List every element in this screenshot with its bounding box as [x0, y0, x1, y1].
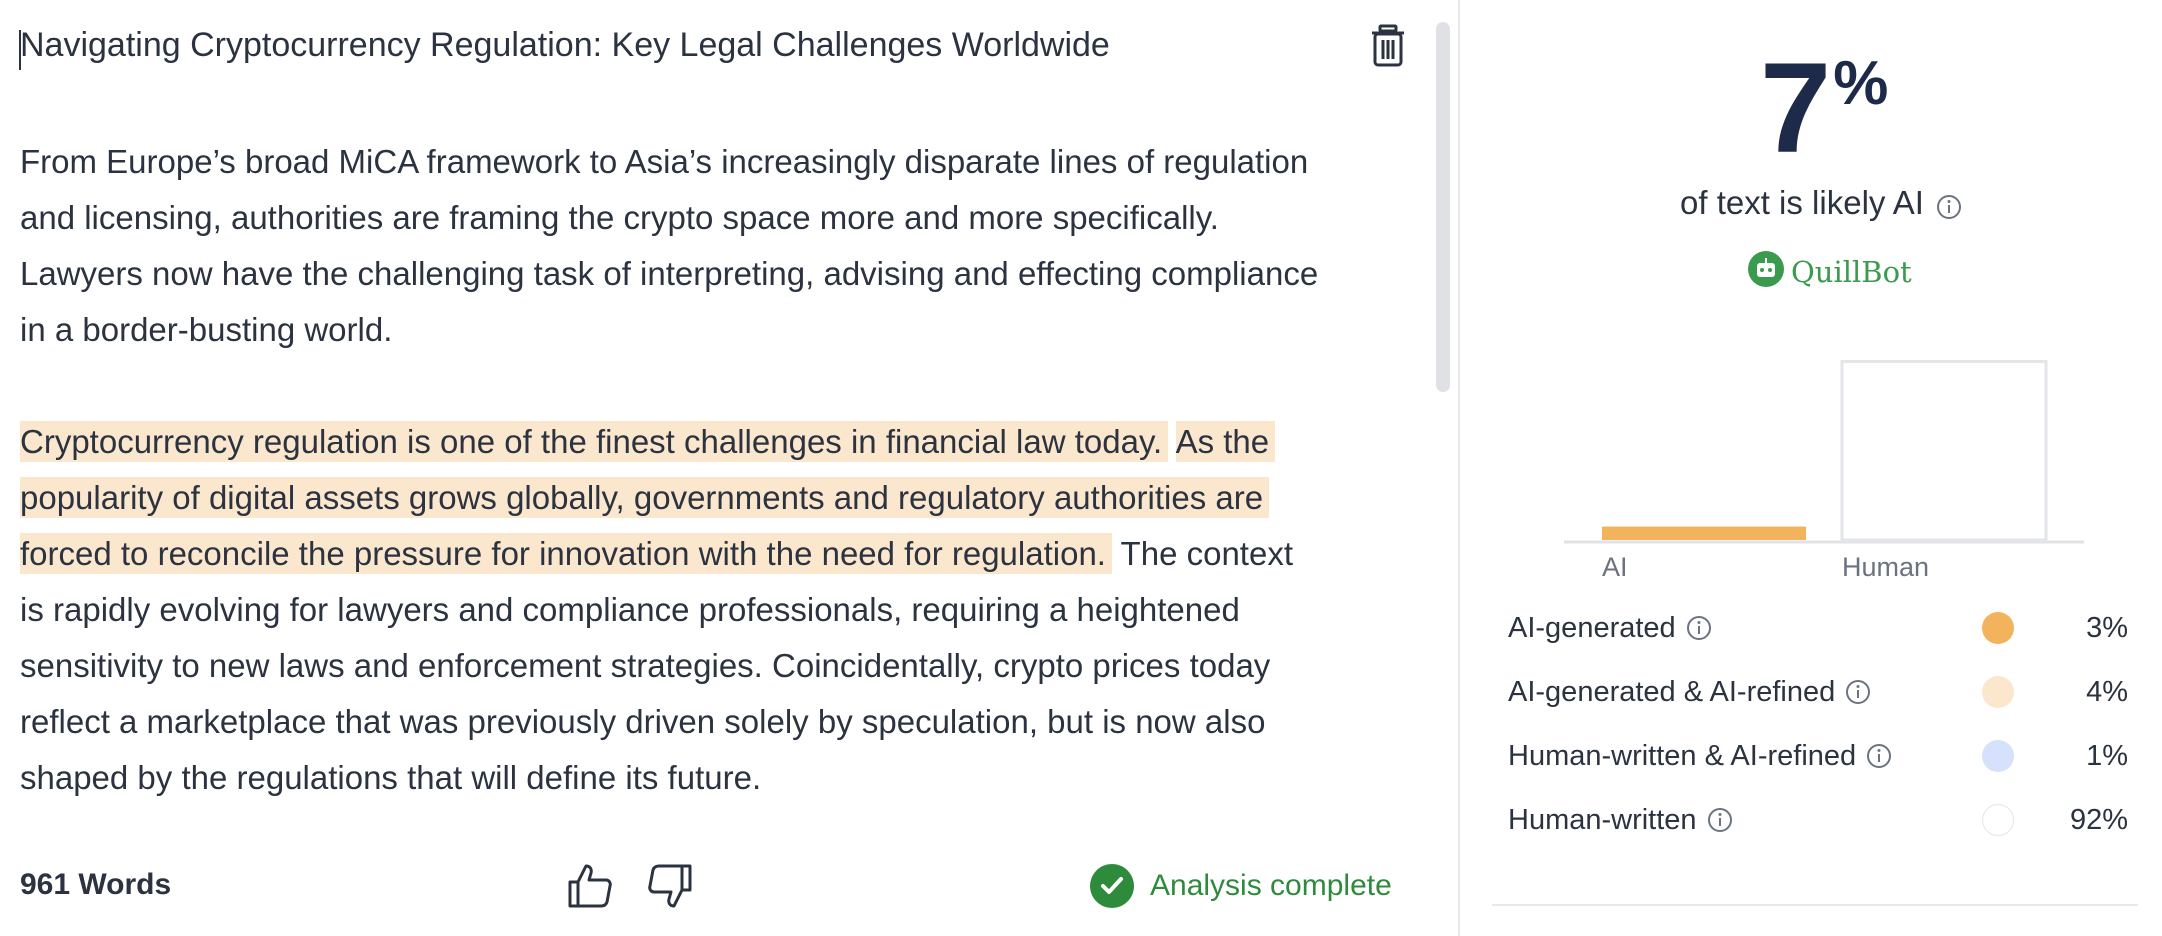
- text-line: is rapidly evolving for lawyers and comp…: [20, 591, 1240, 628]
- results-divider: [1492, 904, 2138, 906]
- text-line: Cryptocurrency regulation is one of the …: [20, 414, 1360, 470]
- legend-row-human-ai-refined: Human-written & AI-refined 1%: [1508, 736, 2128, 776]
- document-title[interactable]: Navigating Cryptocurrency Regulation: Ke…: [20, 26, 1110, 65]
- legend-value: 4%: [2086, 675, 2128, 708]
- text-line: forced to reconcile the pressure for inn…: [20, 526, 1360, 582]
- legend-dot: [1982, 676, 2014, 708]
- ai-percentage: 7 %: [1760, 44, 1888, 174]
- text-line: shaped by the regulations that will defi…: [20, 759, 762, 796]
- results-pane: 7 % of text is likely AI QuillBot AI Huma…: [1460, 0, 2162, 936]
- legend-label: Human-written & AI-refined: [1508, 739, 1857, 772]
- text-line: sensitivity to new laws and enforcement …: [20, 647, 1271, 684]
- info-icon[interactable]: [1686, 615, 1712, 641]
- info-icon[interactable]: [1866, 743, 1892, 769]
- legend-value: 3%: [2086, 611, 2128, 644]
- bar-ai: [1602, 526, 1806, 540]
- check-icon: [1090, 864, 1134, 908]
- bar-human: [1840, 359, 2048, 542]
- text-line: Lawyers now have the challenging task of…: [20, 255, 1319, 292]
- legend-label: AI-generated & AI-refined: [1508, 675, 1836, 708]
- legend-label: Human-written: [1508, 803, 1697, 836]
- paragraph-1[interactable]: From Europe’s broad MiCA framework to As…: [20, 134, 1360, 358]
- text-line: in a border-busting world.: [20, 311, 393, 348]
- quillbot-brand: QuillBot: [1747, 250, 1912, 293]
- status-text: Analysis complete: [1150, 869, 1392, 902]
- plain-text: The context: [1111, 535, 1293, 572]
- legend-value: 1%: [2086, 739, 2128, 772]
- info-icon[interactable]: [1936, 190, 1962, 219]
- legend-dot: [1982, 740, 2014, 772]
- thumbs-down-icon[interactable]: [646, 862, 694, 910]
- editor-scrollbar[interactable]: [1436, 22, 1450, 392]
- subtitle-text: of text is likely AI: [1680, 184, 1924, 221]
- paragraph-2[interactable]: Cryptocurrency regulation is one of the …: [20, 414, 1360, 806]
- legend-row-ai-refined: AI-generated & AI-refined 4%: [1508, 672, 2128, 712]
- thumbs-up-icon[interactable]: [566, 862, 614, 910]
- result-subtitle: of text is likely AI: [1680, 184, 1962, 222]
- ai-human-bar-chart: AI Human: [1564, 359, 2084, 582]
- legend-value: 92%: [2069, 803, 2128, 836]
- legend-dot: [1982, 612, 2014, 644]
- tick-label-ai: AI: [1602, 552, 1628, 582]
- ai-highlight[interactable]: Cryptocurrency regulation is one of the …: [20, 421, 1169, 462]
- word-count: 961 Words: [20, 868, 172, 901]
- brand-name: QuillBot: [1791, 254, 1912, 289]
- percentage-sign: %: [1833, 49, 1889, 118]
- legend-dot: [1982, 804, 2014, 836]
- percentage-value: 7: [1760, 37, 1832, 180]
- tick-label-human: Human: [1842, 552, 1929, 582]
- legend-label: AI-generated: [1508, 611, 1676, 644]
- editor-pane: Navigating Cryptocurrency Regulation: Ke…: [0, 0, 1460, 936]
- info-icon[interactable]: [1707, 807, 1733, 833]
- trash-icon[interactable]: [1368, 24, 1408, 68]
- ai-highlight[interactable]: forced to reconcile the pressure for inn…: [20, 533, 1112, 574]
- text-line: and licensing, authorities are framing t…: [20, 199, 1219, 236]
- text-line: popularity of digital assets grows globa…: [20, 470, 1360, 526]
- analysis-status: Analysis complete: [1090, 864, 1392, 908]
- ai-highlight[interactable]: popularity of digital assets grows globa…: [20, 477, 1270, 518]
- text-line: reflect a marketplace that was previousl…: [20, 703, 1266, 740]
- quillbot-logo-icon: [1747, 250, 1785, 293]
- legend-row-human-written: Human-written 92%: [1508, 800, 2128, 840]
- ai-highlight[interactable]: As the: [1175, 421, 1276, 462]
- info-icon[interactable]: [1845, 679, 1871, 705]
- text-line: From Europe’s broad MiCA framework to As…: [20, 143, 1309, 180]
- legend-row-ai-generated: AI-generated 3%: [1508, 608, 2128, 648]
